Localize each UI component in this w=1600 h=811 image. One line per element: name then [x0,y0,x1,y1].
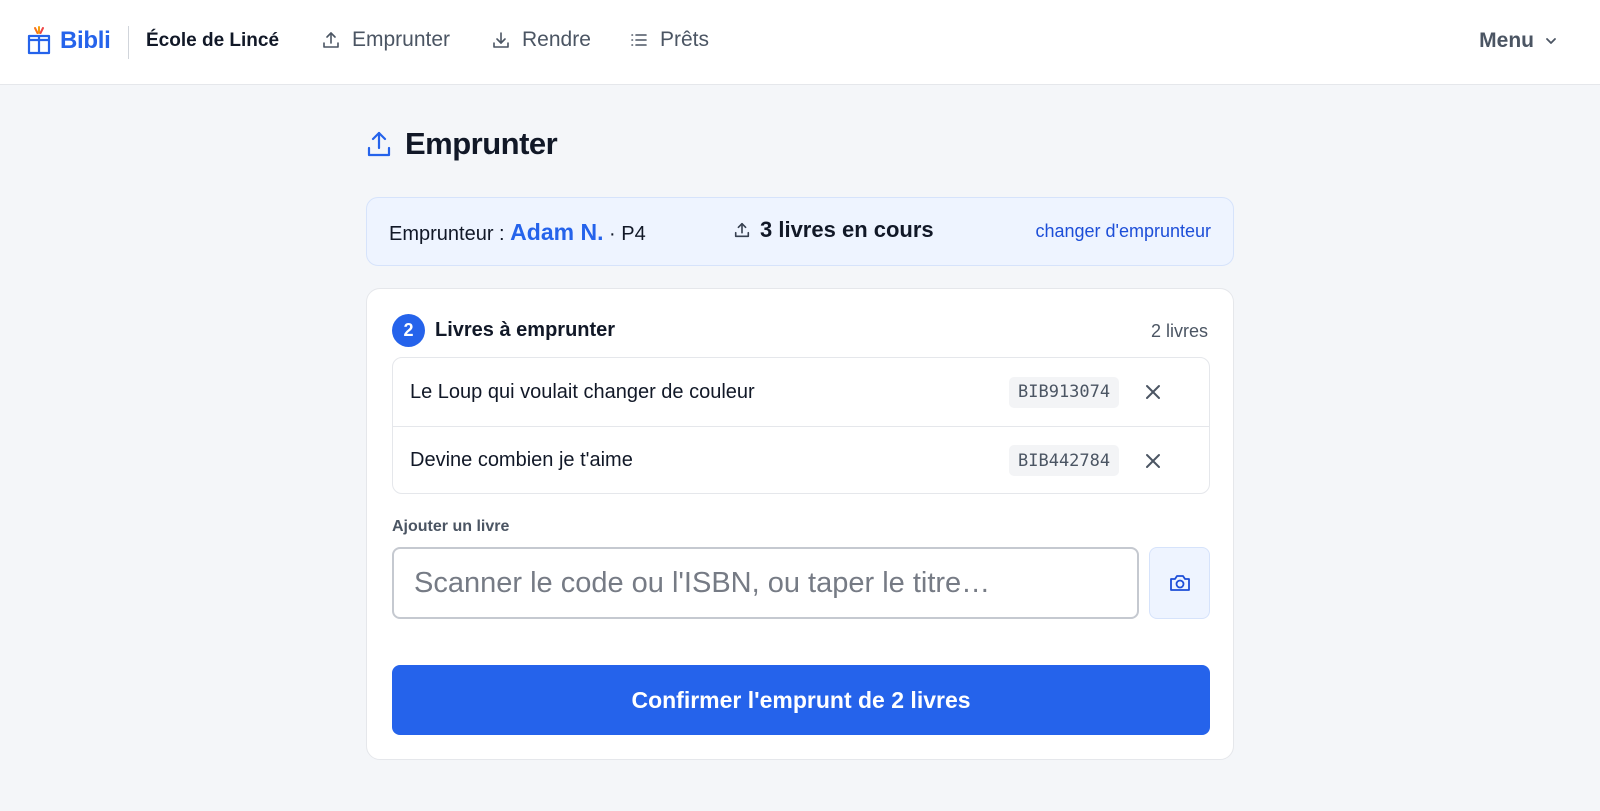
page-title-text: Emprunter [405,126,558,161]
upload-icon [367,131,391,157]
add-book-label: Ajouter un livre [392,518,510,535]
list-item: Devine combien je t'aime BIB442784 [393,426,1209,493]
list-icon [631,34,647,46]
upload-icon [734,222,750,238]
current-loans-count: 3 livres en cours [760,217,934,242]
nav-item-prets[interactable]: Prêts [629,28,709,52]
change-borrower-link[interactable]: changer d'emprunteur [1035,221,1211,242]
close-icon [1146,385,1160,399]
book-search-input[interactable] [392,547,1139,619]
book-gift-icon [27,26,51,55]
nav-item-label: Emprunter [352,28,451,51]
page-title: Emprunter [366,126,558,162]
book-title: Le Loup qui voulait changer de couleur [410,380,755,403]
nav-item-rendre[interactable]: Rendre [491,28,591,52]
nav-item-label: Rendre [522,28,591,51]
borrower-prefix: Emprunteur : [389,223,511,245]
brand-name: Bibli [60,27,111,54]
remove-book-button[interactable] [1139,447,1167,475]
current-loans: 3 livres en cours [733,217,934,243]
brand-logo-link[interactable]: Bibli [27,26,111,56]
confirm-loan-button[interactable]: Confirmer l'emprunt de 2 livres [392,665,1210,735]
camera-icon [1169,575,1190,591]
header-divider [128,26,129,59]
section-title: Livres à emprunter [435,319,616,341]
book-list: Le Loup qui voulait changer de couleur B… [392,357,1210,494]
book-title: Devine combien je t'aime [410,449,633,471]
menu-dropdown[interactable]: Menu [1479,29,1558,53]
borrower-summary: Emprunteur : Adam N. · P4 3 livres en co… [366,197,1234,266]
book-code-badge: BIB913074 [1009,376,1120,408]
camera-scan-button[interactable] [1149,547,1210,619]
top-navigation-bar: Bibli École de Lincé Emprunter Rendre Pr… [0,0,1600,85]
step-badge: 2 [392,314,425,347]
download-icon [493,32,509,48]
close-icon [1146,453,1160,468]
chevron-down-icon [1546,38,1556,44]
borrower-info: Emprunteur : Adam N. · P4 [389,219,646,246]
remove-book-button[interactable] [1139,378,1167,406]
borrower-class: · P4 [603,223,646,245]
school-name: École de Lincé [146,30,280,51]
upload-icon [323,32,339,48]
book-code-badge: BIB442784 [1009,445,1120,476]
books-section-header: 2 Livres à emprunter [392,314,615,347]
borrower-name: Adam N. [510,219,604,245]
book-count: 2 livres [1150,321,1208,341]
menu-label: Menu [1479,29,1534,52]
nav-item-emprunter[interactable]: Emprunter [321,28,450,52]
books-card: 2 Livres à emprunter 2 livres Le Loup qu… [366,288,1234,760]
list-item: Le Loup qui voulait changer de couleur B… [393,358,1209,426]
nav-item-label: Prêts [660,28,710,51]
